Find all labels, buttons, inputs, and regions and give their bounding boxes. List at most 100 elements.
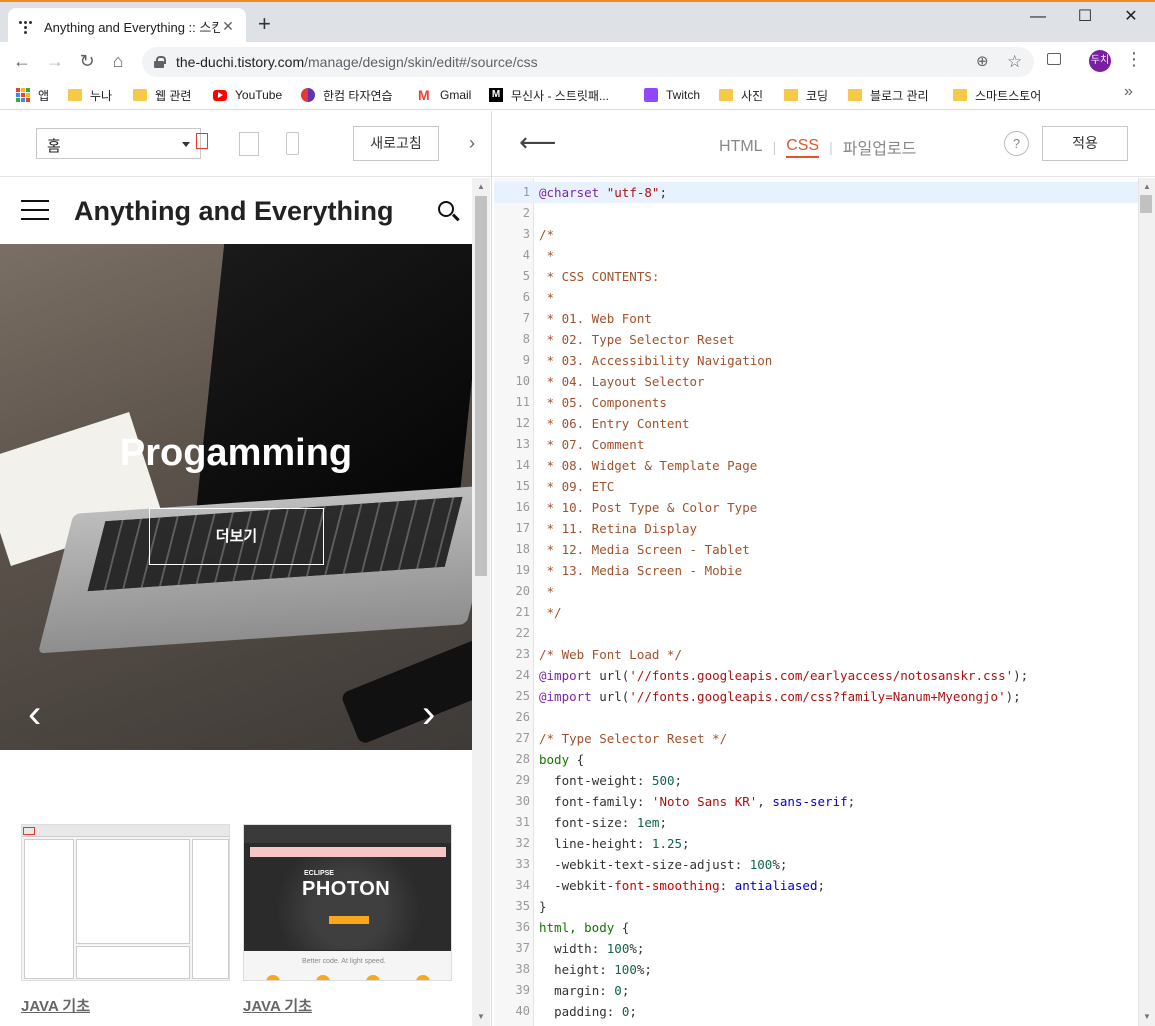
blog-title[interactable]: Anything and Everything <box>74 196 394 227</box>
editor-scrollbar-thumb[interactable] <box>1140 195 1152 213</box>
code-line[interactable]: 13 * 07. Comment <box>494 434 1138 455</box>
code-line[interactable]: 39 margin: 0; <box>494 980 1138 1001</box>
code-line[interactable]: 31 font-size: 1em; <box>494 812 1138 833</box>
profile-avatar[interactable]: 두치 <box>1089 50 1111 72</box>
forward-button[interactable]: → <box>43 49 67 73</box>
preview-scrollbar-thumb[interactable] <box>475 196 487 576</box>
code-line[interactable]: 10 * 04. Layout Selector <box>494 371 1138 392</box>
code-line[interactable]: 4 * <box>494 245 1138 266</box>
code-line[interactable]: 36 html, body { <box>494 917 1138 938</box>
code-line[interactable]: 40 padding: 0; <box>494 1001 1138 1022</box>
back-arrow-icon[interactable]: ⟵ <box>519 129 556 155</box>
tablet-view-icon[interactable] <box>239 132 259 156</box>
reload-button[interactable]: ↻ <box>75 49 99 73</box>
slider-next-icon[interactable]: › <box>422 694 435 734</box>
bookmark-folder-smartstore[interactable]: 스마트스토어 <box>953 85 1041 105</box>
post-card[interactable]: JAVA 기초 <box>21 824 230 1016</box>
code-line[interactable]: 1 @charset "utf-8"; <box>494 182 1138 203</box>
bookmark-youtube[interactable]: YouTube <box>213 85 282 105</box>
code-line[interactable]: 21 */ <box>494 602 1138 623</box>
scroll-down-icon[interactable]: ▼ <box>1143 1012 1151 1021</box>
bookmark-musinsa[interactable]: M 무신사 - 스트릿패... <box>489 85 609 105</box>
code-line[interactable]: 8 * 02. Type Selector Reset <box>494 329 1138 350</box>
bookmark-folder-nuna[interactable]: 누나 <box>68 85 112 105</box>
bookmarks-overflow-icon[interactable]: » <box>1124 83 1133 101</box>
address-bar[interactable]: the-duchi.tistory.com/manage/design/skin… <box>142 47 1034 77</box>
code-line[interactable]: 17 * 11. Retina Display <box>494 518 1138 539</box>
code-line[interactable]: 25 @import url('//fonts.googleapis.com/cs… <box>494 686 1138 707</box>
browser-menu-icon[interactable]: ⋮ <box>1125 49 1143 70</box>
bookmark-folder-web[interactable]: 웹 관련 <box>133 85 191 105</box>
bookmark-folder-blog[interactable]: 블로그 관리 <box>848 85 929 105</box>
code-line[interactable]: 35} <box>494 896 1138 917</box>
page-select[interactable]: 홈 <box>36 128 201 159</box>
code-line[interactable]: 18 * 12. Media Screen - Tablet <box>494 539 1138 560</box>
maximize-button[interactable]: ☐ <box>1062 6 1108 28</box>
scroll-up-icon[interactable]: ▲ <box>1143 182 1151 191</box>
hero-more-button[interactable]: 더보기 <box>149 508 324 565</box>
code-line[interactable]: 12 * 06. Entry Content <box>494 413 1138 434</box>
tab-css[interactable]: CSS <box>786 137 820 158</box>
bookmark-star-icon[interactable]: ☆ <box>1007 47 1022 77</box>
mobile-view-icon[interactable] <box>286 132 299 155</box>
code-line[interactable]: 30 font-family: 'Noto Sans KR', sans-ser… <box>494 791 1138 812</box>
code-line[interactable]: 29 font-weight: 500; <box>494 770 1138 791</box>
collapse-preview-icon[interactable]: › <box>469 133 475 154</box>
browser-tab[interactable]: Anything and Everything :: 스킨 ✕ <box>8 8 246 44</box>
code-text: * 04. Layout Selector <box>539 374 705 389</box>
scroll-down-icon[interactable]: ▼ <box>477 1012 485 1021</box>
code-line[interactable]: 6 * <box>494 287 1138 308</box>
slider-prev-icon[interactable]: ‹ <box>28 694 41 734</box>
code-line[interactable]: 24 @import url('//fonts.googleapis.com/ea… <box>494 665 1138 686</box>
bookmark-folder-photo[interactable]: 사진 <box>719 85 763 105</box>
css-code-editor[interactable]: 1 @charset "utf-8"; 2 3/* 4 * 5 * CSS CONTENT… <box>494 178 1138 1026</box>
zoom-icon[interactable]: ⊕ <box>976 47 989 77</box>
bookmark-apps[interactable]: 앱 <box>16 85 49 105</box>
tab-close-icon[interactable]: ✕ <box>220 18 236 35</box>
code-line[interactable]: 11 * 05. Components <box>494 392 1138 413</box>
code-line[interactable]: 22 <box>494 623 1138 644</box>
code-line[interactable]: 26 <box>494 707 1138 728</box>
bookmark-gmail[interactable]: M Gmail <box>418 85 471 105</box>
minimize-button[interactable]: — <box>1015 6 1061 28</box>
help-icon[interactable]: ? <box>1004 131 1029 156</box>
bookmark-hancom[interactable]: 한컴 타자연습 <box>301 85 393 105</box>
hamburger-menu-icon[interactable] <box>21 200 49 227</box>
window-close-button[interactable]: ✕ <box>1108 6 1154 28</box>
refresh-button[interactable]: 새로고침 <box>353 126 439 161</box>
code-line[interactable]: 28 body { <box>494 749 1138 770</box>
post-title[interactable]: JAVA 기초 <box>243 995 452 1016</box>
code-line[interactable]: 5 * CSS CONTENTS: <box>494 266 1138 287</box>
desktop-view-icon[interactable] <box>196 133 208 149</box>
home-button[interactable]: ⌂ <box>106 49 130 73</box>
editor-scrollbar[interactable] <box>1138 178 1155 1026</box>
code-line[interactable]: 20 * <box>494 581 1138 602</box>
code-line[interactable]: 9 * 03. Accessibility Navigation <box>494 350 1138 371</box>
bookmark-twitch[interactable]: Twitch <box>644 85 700 105</box>
new-tab-button[interactable]: + <box>258 13 271 35</box>
code-line[interactable]: 14 * 08. Widget & Template Page <box>494 455 1138 476</box>
code-line[interactable]: 34 -webkit-font-smoothing: antialiased; <box>494 875 1138 896</box>
search-icon[interactable] <box>438 201 454 217</box>
code-line[interactable]: 32 line-height: 1.25; <box>494 833 1138 854</box>
code-line[interactable]: 19 * 13. Media Screen - Mobie <box>494 560 1138 581</box>
code-line[interactable]: 15 * 09. ETC <box>494 476 1138 497</box>
post-card[interactable]: ECLIPSE PHOTON Better code. At light spe… <box>243 824 452 1016</box>
code-line[interactable]: 38 height: 100%; <box>494 959 1138 980</box>
post-title[interactable]: JAVA 기초 <box>21 995 230 1016</box>
code-line[interactable]: 27 /* Type Selector Reset */ <box>494 728 1138 749</box>
tab-file-upload[interactable]: 파일업로드 <box>843 135 917 159</box>
scroll-up-icon[interactable]: ▲ <box>477 182 485 191</box>
bookmark-folder-coding[interactable]: 코딩 <box>784 85 828 105</box>
code-line[interactable]: 2 <box>494 203 1138 224</box>
code-line[interactable]: 33 -webkit-text-size-adjust: 100%; <box>494 854 1138 875</box>
code-line[interactable]: 16 * 10. Post Type & Color Type <box>494 497 1138 518</box>
code-line[interactable]: 3 /* <box>494 224 1138 245</box>
code-line[interactable]: 37 width: 100%; <box>494 938 1138 959</box>
code-line[interactable]: 7 * 01. Web Font <box>494 308 1138 329</box>
apply-button[interactable]: 적용 <box>1042 126 1128 161</box>
code-line[interactable]: 23 /* Web Font Load */ <box>494 644 1138 665</box>
back-button[interactable]: ← <box>10 49 34 73</box>
tab-html[interactable]: HTML <box>719 138 763 156</box>
cast-icon[interactable] <box>1047 53 1061 65</box>
